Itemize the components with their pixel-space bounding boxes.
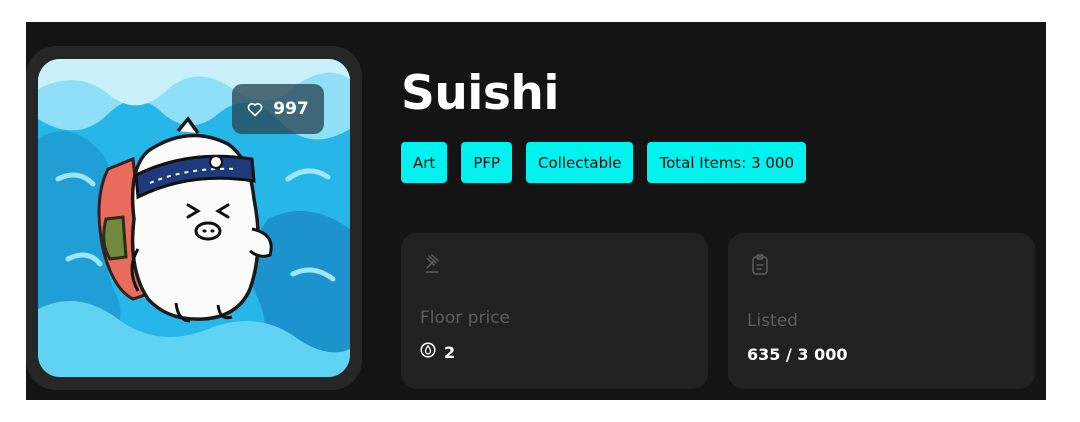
clipboard-icon xyxy=(750,253,770,277)
floor-price-amount: 2 xyxy=(444,343,456,362)
collection-tags: Art PFP Collectable Total Items: 3 000 xyxy=(401,142,807,183)
collection-artwork[interactable]: 997 xyxy=(38,59,350,377)
likes-count: 997 xyxy=(273,99,309,119)
collection-artwork-frame: 997 xyxy=(26,46,362,390)
tag-total-items[interactable]: Total Items: 3 000 xyxy=(647,142,807,183)
likes-badge[interactable]: 997 xyxy=(232,84,324,134)
heart-icon xyxy=(247,102,263,117)
listed-card: Listed 635 / 3 000 xyxy=(728,233,1035,389)
tag-pfp[interactable]: PFP xyxy=(461,142,513,183)
floor-price-label: Floor price xyxy=(420,308,511,328)
floor-price-value: 2 xyxy=(420,342,455,364)
collection-title: Suishi xyxy=(401,66,559,121)
gavel-icon xyxy=(423,253,443,277)
collection-header-panel: 997 Suishi Art PFP Collectable Total Ite… xyxy=(26,22,1046,400)
tag-art[interactable]: Art xyxy=(401,142,448,183)
tag-collectable[interactable]: Collectable xyxy=(526,142,634,183)
listed-value: 635 / 3 000 xyxy=(747,345,848,364)
floor-price-card: Floor price 2 xyxy=(401,233,708,389)
listed-label: Listed xyxy=(747,311,798,331)
token-icon xyxy=(420,342,436,364)
